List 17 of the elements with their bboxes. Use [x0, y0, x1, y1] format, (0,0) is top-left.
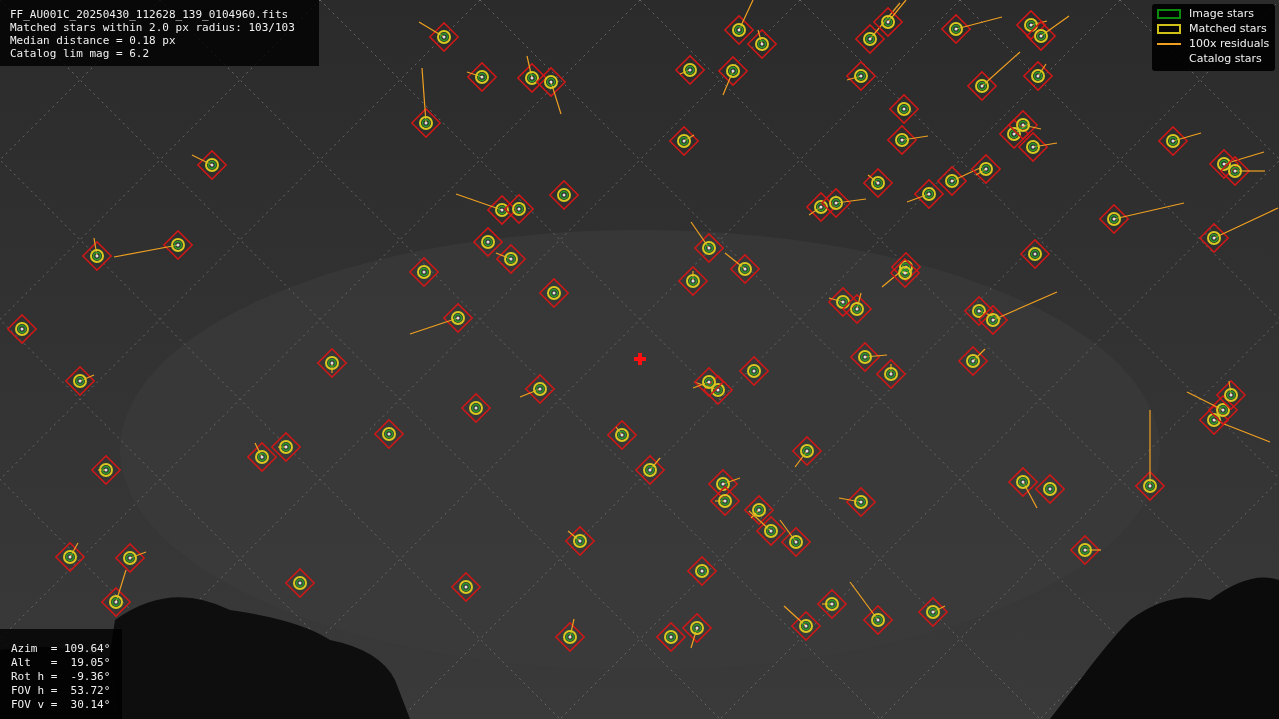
pointing-text: Alt = 19.05°: [11, 656, 111, 670]
pointing-text: FOV h = 53.72°: [11, 684, 111, 698]
legend-label: Image stars: [1189, 7, 1254, 21]
info-text: FF_AU001C_20250430_112628_139_0104960.fits: [10, 8, 290, 21]
pointing-text: Rot h = -9.36°: [11, 670, 111, 684]
matched-star-swatch-icon: [1157, 24, 1181, 34]
image-star-swatch-icon: [1157, 9, 1181, 19]
center-cross-icon: [634, 353, 646, 365]
residual-line-icon: [1157, 43, 1181, 45]
legend-label: 100x residuals: [1189, 37, 1270, 51]
pointing-text: Azim = 109.64°: [11, 642, 111, 656]
pointing-text: FOV v = 30.14°: [11, 698, 111, 712]
legend-label: Matched stars: [1189, 22, 1267, 36]
info-text: Median distance = 0.18 px: [10, 34, 177, 47]
legend-label: Catalog stars: [1189, 52, 1262, 66]
info-text: Matched stars within 2.0 px radius: 103/103: [10, 21, 296, 34]
info-text: Catalog lim mag = 6.2: [10, 47, 151, 60]
